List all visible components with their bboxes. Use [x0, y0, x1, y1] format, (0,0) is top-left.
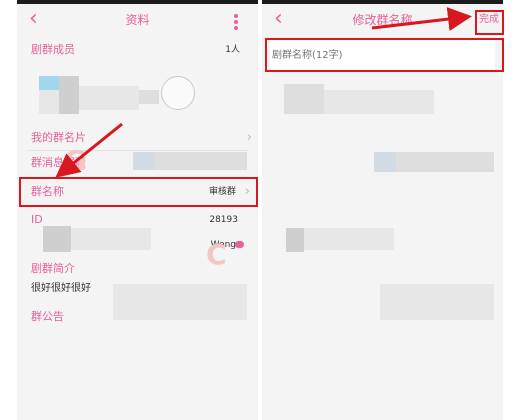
member-avatar[interactable]: [139, 90, 159, 104]
watermark: C: [206, 238, 227, 271]
group-profile-screen: ‹ 资料 剧群成员 1人 我的群名片 › 群消息屏蔽 群名称 审核群 › ID …: [17, 0, 258, 420]
highlight-input: [265, 38, 504, 72]
members-count: 1人: [225, 45, 240, 55]
more-vertical-icon[interactable]: [234, 14, 238, 30]
nav-bar: ‹ 修改群名称 完成: [262, 4, 503, 36]
member-avatar[interactable]: [59, 76, 79, 114]
intro-label: 剧群简介: [31, 262, 75, 275]
nav-bar: ‹ 资料: [17, 4, 258, 36]
highlight-group-name: [19, 177, 258, 207]
members-label: 剧群成员: [31, 43, 75, 56]
watermark: G: [64, 144, 87, 177]
background-blur: [396, 152, 494, 172]
block-toggle[interactable]: [155, 152, 247, 170]
intro-text: 很好很好很好: [31, 283, 91, 294]
members-row[interactable]: 剧群成员 1人: [17, 40, 258, 60]
id-label: ID: [31, 213, 43, 226]
divider: [27, 150, 248, 151]
page-title: 修改群名称: [352, 13, 413, 27]
my-card-row[interactable]: 我的群名片 ›: [17, 128, 258, 148]
background-blur: [380, 284, 494, 320]
background-blur: [324, 90, 434, 114]
member-avatar[interactable]: [79, 86, 139, 110]
notice-label: 群公告: [31, 310, 64, 323]
notice-row[interactable]: 群公告: [17, 308, 258, 326]
block-toggle[interactable]: [133, 152, 155, 170]
member-avatar[interactable]: [39, 90, 59, 114]
member-avatar[interactable]: [39, 76, 59, 90]
cloud-icon: [235, 241, 244, 248]
background-blur: [304, 228, 394, 250]
my-card-label: 我的群名片: [31, 131, 86, 144]
background-blur: [286, 228, 304, 252]
id-value: 28193: [209, 215, 238, 225]
add-member-button[interactable]: [161, 76, 195, 110]
background-blur: [284, 84, 324, 114]
highlight-done: [475, 10, 504, 35]
chevron-right-icon: ›: [246, 130, 252, 145]
background-blur: [374, 152, 396, 172]
page-title: 资料: [125, 13, 150, 27]
